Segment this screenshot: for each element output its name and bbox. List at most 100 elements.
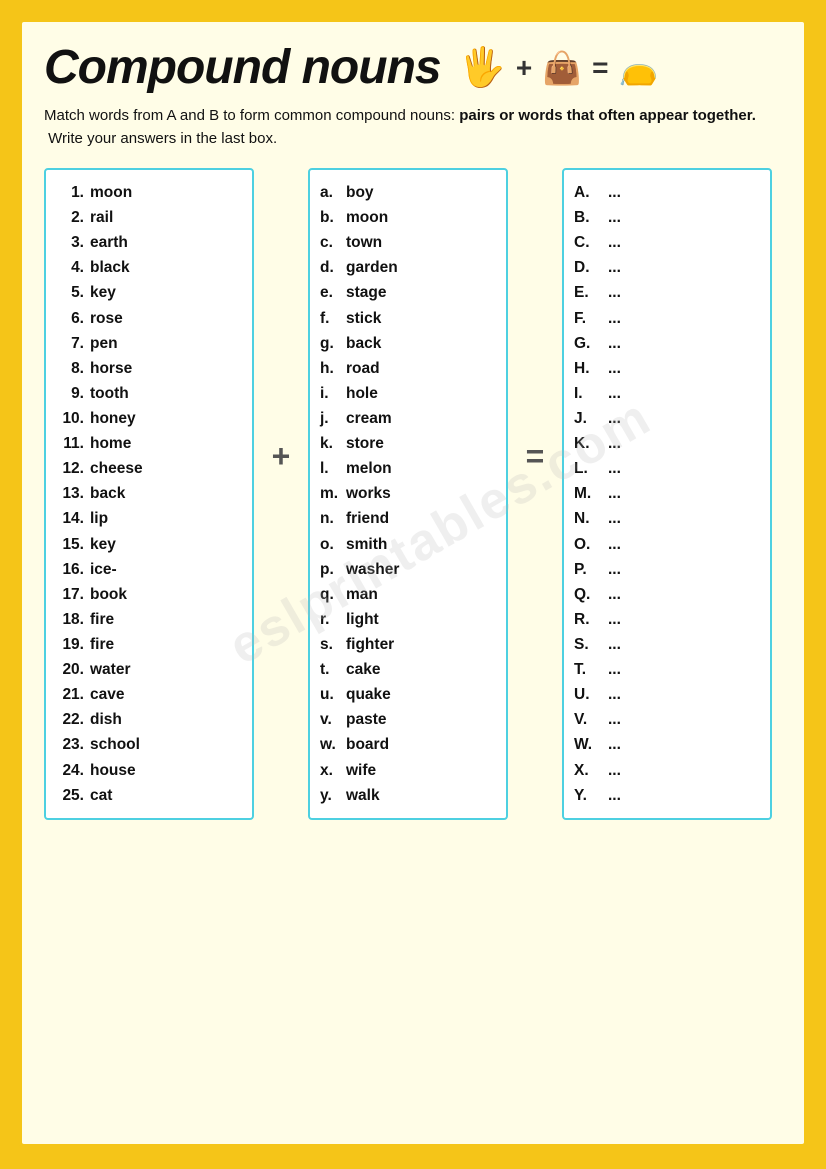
list-item: I....	[574, 381, 760, 406]
item-val: ...	[608, 557, 621, 582]
item-word: cheese	[90, 456, 143, 481]
list-item: 21.cave	[56, 682, 242, 707]
item-num: 8.	[56, 356, 84, 381]
item-word: book	[90, 582, 127, 607]
item-letter: a.	[320, 180, 342, 205]
equals-icon: =	[592, 52, 608, 84]
list-item: K....	[574, 431, 760, 456]
item-num: 2.	[56, 205, 84, 230]
list-item: R....	[574, 607, 760, 632]
item-val: ...	[608, 682, 621, 707]
list-item: C....	[574, 230, 760, 255]
item-word: pen	[90, 331, 118, 356]
item-word: moon	[90, 180, 132, 205]
column-a-box: 1.moon2.rail3.earth4.black5.key6.rose7.p…	[44, 168, 254, 820]
item-letter: n.	[320, 506, 342, 531]
item-letter: m.	[320, 481, 342, 506]
item-word: works	[346, 481, 391, 506]
item-val: ...	[608, 230, 621, 255]
list-item: 4.black	[56, 255, 242, 280]
list-item: w.board	[320, 732, 496, 757]
item-val: ...	[608, 481, 621, 506]
list-item: 11.home	[56, 431, 242, 456]
list-item: X....	[574, 758, 760, 783]
list-item: d.garden	[320, 255, 496, 280]
list-item: 7.pen	[56, 331, 242, 356]
item-letter: M.	[574, 481, 604, 506]
item-num: 21.	[56, 682, 84, 707]
item-val: ...	[608, 657, 621, 682]
list-item: a.boy	[320, 180, 496, 205]
item-letter: t.	[320, 657, 342, 682]
item-val: ...	[608, 431, 621, 456]
list-item: L....	[574, 456, 760, 481]
item-letter: S.	[574, 632, 604, 657]
item-letter: c.	[320, 230, 342, 255]
bag-icon: 👜	[542, 49, 582, 87]
item-num: 10.	[56, 406, 84, 431]
item-letter: r.	[320, 607, 342, 632]
item-word: horse	[90, 356, 132, 381]
item-word: key	[90, 532, 116, 557]
item-letter: y.	[320, 783, 342, 808]
list-item: V....	[574, 707, 760, 732]
instructions-line1: Match words from A and B to form common …	[44, 107, 455, 124]
item-letter: F.	[574, 306, 604, 331]
item-val: ...	[608, 783, 621, 808]
list-item: O....	[574, 532, 760, 557]
list-item: u.quake	[320, 682, 496, 707]
item-num: 7.	[56, 331, 84, 356]
item-val: ...	[608, 732, 621, 757]
list-item: 6.rose	[56, 306, 242, 331]
item-letter: q.	[320, 582, 342, 607]
item-word: paste	[346, 707, 387, 732]
item-letter: A.	[574, 180, 604, 205]
list-item: k.store	[320, 431, 496, 456]
column-b-box: a.boyb.moonc.townd.gardene.stagef.stickg…	[308, 168, 508, 820]
item-word: friend	[346, 506, 389, 531]
item-letter: H.	[574, 356, 604, 381]
item-word: cake	[346, 657, 380, 682]
instructions-text: Match words from A and B to form common …	[44, 105, 782, 150]
list-item: c.town	[320, 230, 496, 255]
item-num: 23.	[56, 732, 84, 757]
list-item: 12.cheese	[56, 456, 242, 481]
list-item: f.stick	[320, 306, 496, 331]
item-word: tooth	[90, 381, 129, 406]
item-word: cat	[90, 783, 112, 808]
list-item: N....	[574, 506, 760, 531]
list-item: B....	[574, 205, 760, 230]
item-word: board	[346, 732, 389, 757]
list-item: 20.water	[56, 657, 242, 682]
item-word: moon	[346, 205, 388, 230]
list-item: 1.moon	[56, 180, 242, 205]
list-item: 9.tooth	[56, 381, 242, 406]
item-word: honey	[90, 406, 136, 431]
equals-connector: =	[520, 168, 550, 475]
item-letter: R.	[574, 607, 604, 632]
list-item: 23.school	[56, 732, 242, 757]
item-val: ...	[608, 255, 621, 280]
item-num: 16.	[56, 557, 84, 582]
list-item: Q....	[574, 582, 760, 607]
list-item: A....	[574, 180, 760, 205]
item-letter: U.	[574, 682, 604, 707]
list-item: T....	[574, 657, 760, 682]
item-letter: x.	[320, 758, 342, 783]
plus-icon: +	[516, 52, 532, 84]
plus-connector: +	[266, 168, 296, 475]
plus-connector-symbol: +	[272, 438, 291, 475]
item-letter: w.	[320, 732, 342, 757]
item-letter: v.	[320, 707, 342, 732]
list-item: 10.honey	[56, 406, 242, 431]
item-num: 13.	[56, 481, 84, 506]
item-val: ...	[608, 381, 621, 406]
item-num: 1.	[56, 180, 84, 205]
item-letter: N.	[574, 506, 604, 531]
instructions-bold: pairs or words that often appear togethe…	[459, 107, 756, 124]
item-word: garden	[346, 255, 398, 280]
item-letter: E.	[574, 280, 604, 305]
item-val: ...	[608, 532, 621, 557]
item-word: fire	[90, 607, 114, 632]
list-item: l.melon	[320, 456, 496, 481]
